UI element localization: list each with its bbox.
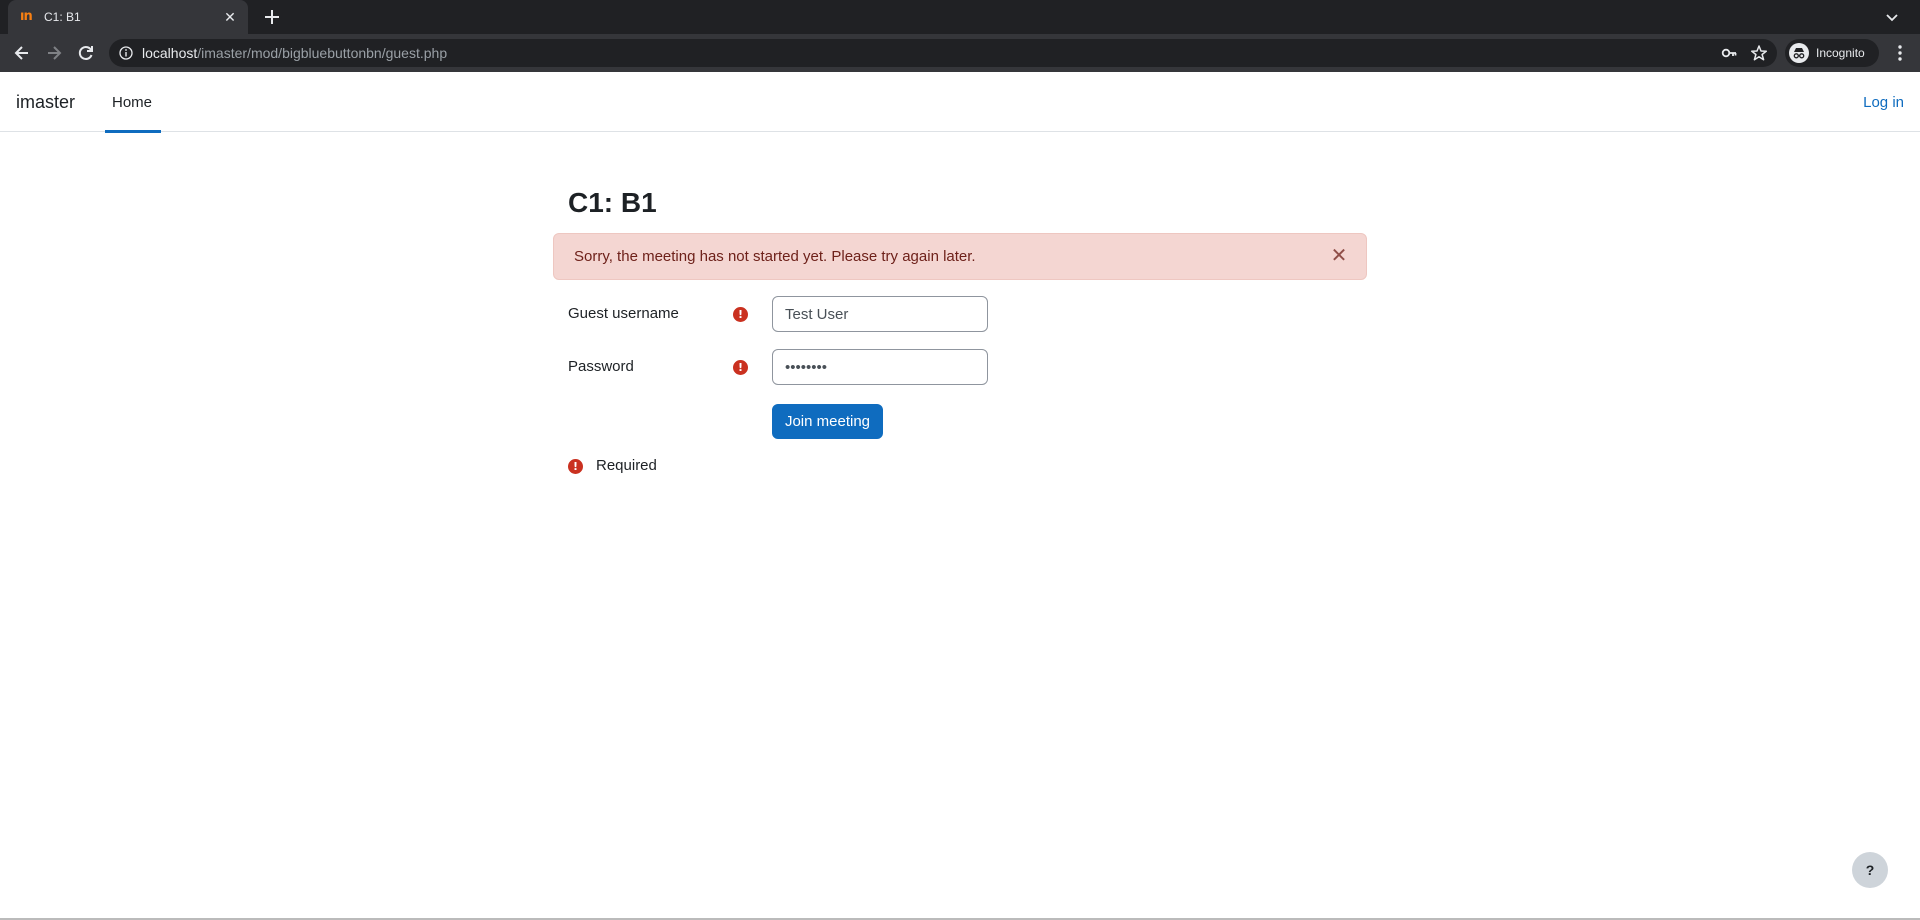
site-info-icon[interactable]	[119, 46, 133, 60]
required-exclamation-icon: !	[733, 307, 748, 322]
tab-close-icon[interactable]: ✕	[222, 9, 238, 25]
incognito-icon	[1789, 43, 1809, 63]
browser-menu-icon[interactable]	[1890, 43, 1910, 63]
reload-icon[interactable]	[76, 43, 96, 63]
password-input[interactable]	[772, 349, 988, 385]
url-host: localhost	[142, 45, 198, 61]
required-exclamation-icon: !	[733, 360, 748, 375]
browser-tab[interactable]: ın C1: B1 ✕	[8, 0, 248, 34]
tab-search-chevron-icon[interactable]	[1884, 9, 1900, 25]
incognito-indicator[interactable]: Incognito	[1785, 39, 1879, 67]
back-arrow-icon[interactable]	[12, 43, 32, 63]
moodle-favicon-icon: ın	[20, 9, 33, 24]
browser-tabstrip: ın C1: B1 ✕	[0, 0, 1920, 34]
help-button[interactable]: ?	[1852, 852, 1888, 888]
password-label: Password	[568, 358, 634, 375]
required-legend-text: Required	[596, 457, 657, 474]
site-brand[interactable]: imaster	[16, 91, 75, 113]
guest-username-label: Guest username	[568, 305, 679, 322]
new-tab-plus-icon[interactable]	[262, 7, 282, 27]
guest-username-input[interactable]	[772, 296, 988, 332]
password-row: Password !	[568, 349, 988, 385]
url-text[interactable]: localhost/imaster/mod/bigbluebuttonbn/gu…	[142, 45, 447, 61]
nav-item-home[interactable]: Home	[105, 72, 161, 133]
browser-toolbar: localhost/imaster/mod/bigbluebuttonbn/gu…	[0, 34, 1920, 72]
login-link[interactable]: Log in	[1863, 94, 1904, 112]
nav-item-home-label: Home	[112, 94, 153, 111]
address-bar[interactable]: localhost/imaster/mod/bigbluebuttonbn/gu…	[109, 39, 1777, 67]
error-alert: Sorry, the meeting has not started yet. …	[553, 233, 1367, 280]
required-exclamation-icon: !	[568, 459, 583, 474]
active-nav-indicator	[105, 130, 161, 133]
alert-message: Sorry, the meeting has not started yet. …	[574, 248, 976, 265]
page-title: C1: B1	[568, 187, 657, 218]
close-icon[interactable]: ✕	[1330, 246, 1348, 266]
incognito-label: Incognito	[1816, 46, 1865, 60]
join-meeting-button[interactable]: Join meeting	[772, 404, 883, 439]
password-key-icon[interactable]	[1721, 45, 1737, 61]
forward-arrow-icon[interactable]	[44, 43, 64, 63]
tab-title: C1: B1	[44, 10, 81, 24]
url-path: /imaster/mod/bigbluebuttonbn/guest.php	[197, 45, 448, 61]
bookmark-star-icon[interactable]	[1750, 44, 1768, 62]
guest-username-row: Guest username !	[568, 296, 988, 332]
site-navbar: imaster Home Log in	[0, 72, 1920, 133]
